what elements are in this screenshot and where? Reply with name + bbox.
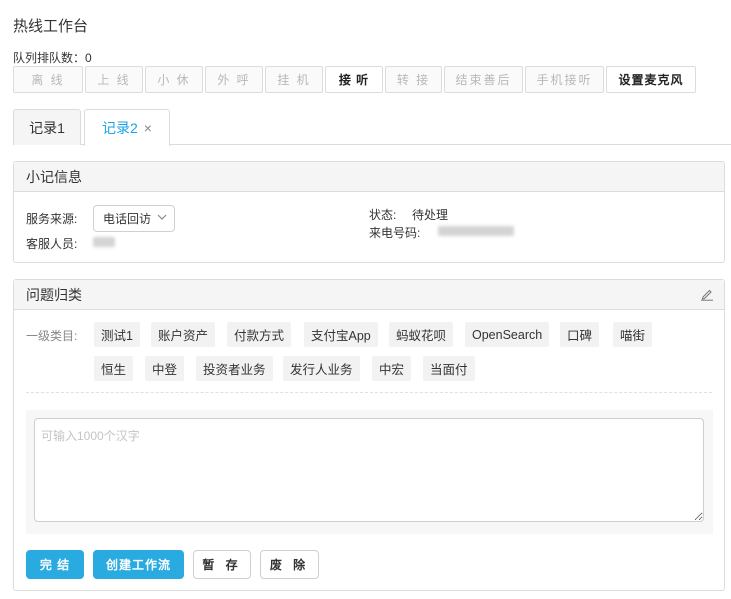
record-tabs: 记录1 记录2 × <box>13 109 173 146</box>
service-source-label: 服务来源: <box>26 212 78 226</box>
create-workflow-button[interactable]: 创建工作流 <box>93 550 184 579</box>
panel-header: 小记信息 <box>14 162 724 192</box>
section-divider <box>26 392 712 393</box>
category-tag[interactable]: 当面付 <box>423 356 475 381</box>
answer-button[interactable]: 接 听 <box>325 66 383 93</box>
category-tag[interactable]: 支付宝App <box>304 322 378 347</box>
queue-count: 队列排队数：0 <box>13 51 92 65</box>
category-tag[interactable]: 账户资产 <box>151 322 216 347</box>
category-tag[interactable]: 口碑 <box>560 322 600 347</box>
level1-category-label: 一级类目: <box>26 329 78 343</box>
status-label: 状态: <box>369 208 397 222</box>
category-tag[interactable]: 恒生 <box>94 356 134 381</box>
transfer-button[interactable]: 转 接 <box>385 66 442 93</box>
tab-label: 记录2 <box>102 120 138 136</box>
remark-textarea[interactable] <box>34 418 704 522</box>
remark-area <box>26 410 713 534</box>
agent-name-redacted <box>93 237 115 247</box>
save-draft-button[interactable]: 暂 存 <box>193 550 251 579</box>
hangup-button[interactable]: 挂 机 <box>265 66 323 93</box>
caller-number-label: 来电号码: <box>369 226 421 240</box>
category-tag[interactable]: 中登 <box>145 356 185 381</box>
category-tag[interactable]: 蚂蚁花呗 <box>389 322 454 347</box>
service-source-select[interactable]: 电话回访 <box>93 205 175 232</box>
call-toolbar: 离 线 上 线 小 休 外 呼 挂 机 接 听 转 接 结束善后 手机接听 设置… <box>13 66 698 93</box>
panel-title: 问题归类 <box>26 286 82 303</box>
service-source-value: 电话回访 <box>103 212 152 226</box>
category-tag[interactable]: OpenSearch <box>465 322 550 347</box>
caller-number-redacted <box>438 226 514 236</box>
page-title: 热线工作台 <box>13 18 89 35</box>
close-icon[interactable]: × <box>144 120 152 136</box>
tab-record-2[interactable]: 记录2 × <box>84 109 170 146</box>
problem-classification-panel: 问题归类 一级类目: 测试1 账户资产 付款方式 支付宝App 蚂蚁花呗 Ope… <box>13 279 725 591</box>
outbound-call-button[interactable]: 外 呼 <box>205 66 263 93</box>
category-tag[interactable]: 喵街 <box>613 322 653 347</box>
mobile-answer-button[interactable]: 手机接听 <box>525 66 604 93</box>
offline-button[interactable]: 离 线 <box>13 66 83 93</box>
tab-label: 记录1 <box>29 119 65 136</box>
tab-record-1[interactable]: 记录1 <box>13 109 81 145</box>
break-button[interactable]: 小 休 <box>145 66 203 93</box>
microphone-settings-button[interactable]: 设置麦克风 <box>606 66 696 93</box>
discard-button[interactable]: 废 除 <box>260 550 319 579</box>
chevron-down-icon <box>157 214 167 220</box>
wrap-up-button[interactable]: 结束善后 <box>444 66 523 93</box>
agent-label: 客服人员: <box>26 237 78 251</box>
category-tag[interactable]: 投资者业务 <box>196 356 273 381</box>
category-tag[interactable]: 测试1 <box>94 322 140 347</box>
panel-header: 问题归类 <box>14 280 724 310</box>
record-info-panel: 小记信息 服务来源: 电话回访 客服人员: 状态: 待处理 来电号码: <box>13 161 725 263</box>
category-tag[interactable]: 付款方式 <box>227 322 292 347</box>
category-tag[interactable]: 中宏 <box>372 356 412 381</box>
status-value: 待处理 <box>412 208 449 222</box>
category-tag[interactable]: 发行人业务 <box>283 356 360 381</box>
pencil-icon[interactable] <box>700 287 714 301</box>
finish-button[interactable]: 完 结 <box>26 550 84 579</box>
online-button[interactable]: 上 线 <box>85 66 143 93</box>
